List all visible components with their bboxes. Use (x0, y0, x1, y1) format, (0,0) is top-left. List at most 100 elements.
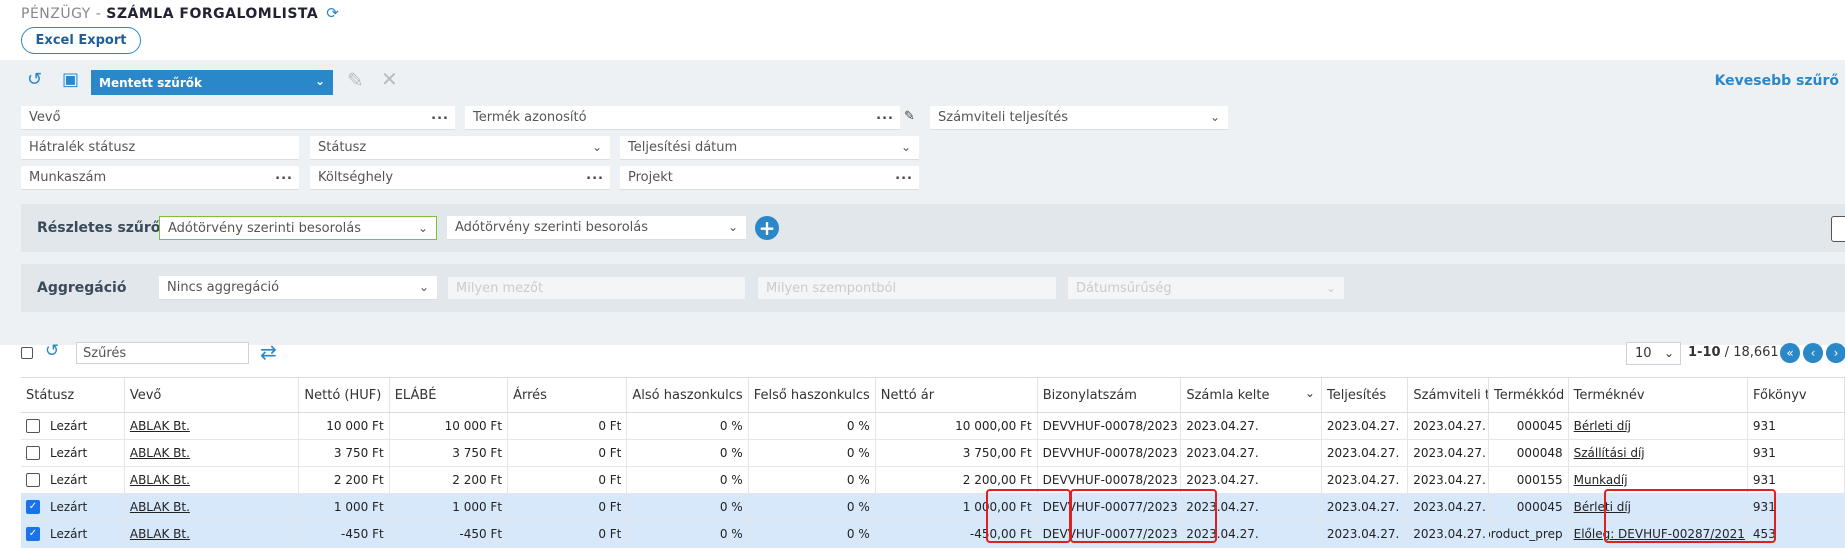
vevo-link[interactable]: ABLAK Bt. (130, 500, 190, 514)
row-checkbox[interactable]: ✓ (26, 500, 40, 514)
more-icon[interactable]: ... (586, 168, 604, 183)
swap-columns-icon[interactable]: ⇄ (260, 340, 277, 364)
column-header-label: Főkönyv (1753, 387, 1807, 403)
chevron-down-icon: ⌄ (1325, 281, 1336, 295)
excel-export-button[interactable]: Excel Export (21, 27, 141, 54)
detailed-filter-field-select[interactable]: Adótörvény szerinti besorolás ⌄ (159, 216, 437, 240)
column-header-label: ELÁBÉ (394, 387, 437, 403)
breadcrumb-prefix: PÉNZÜGY - (21, 6, 107, 22)
cell-also-haszonkulcs: 0 % (627, 521, 749, 547)
column-header-status[interactable]: Státusz (21, 378, 125, 412)
edit-note-icon[interactable]: ✎ (904, 109, 915, 124)
row-checkbox[interactable] (26, 473, 40, 487)
cell-vevo[interactable]: ABLAK Bt. (125, 440, 300, 466)
column-header-netto-ar[interactable]: Nettó ár (876, 378, 1038, 412)
felso-haszonkulcs-value: 0 % (846, 500, 870, 514)
row-checkbox[interactable] (26, 419, 40, 433)
gear-icon[interactable] (1831, 216, 1845, 242)
column-header-also-haszonkulcs[interactable]: Alsó haszonkulcs (627, 378, 749, 412)
page-title: SZÁMLA FORGALOMLISTA (106, 6, 319, 22)
less-filters-link[interactable]: Kevesebb szűrő (1715, 73, 1839, 89)
cell-vevo[interactable]: ABLAK Bt. (125, 467, 300, 493)
table-body: Lezárt ABLAK Bt. 10 000 Ft 10 000 Ft 0 Ft 0 %… (21, 413, 1845, 548)
also-haszonkulcs-value: 0 % (719, 419, 743, 433)
szamviteli-teljesites-select[interactable]: Számviteli teljesítés ⌄ (930, 106, 1228, 130)
chevron-down-icon: ⌄ (900, 140, 911, 154)
aggregation-select[interactable]: Nincs aggregáció ⌄ (159, 276, 437, 300)
projekt-field[interactable]: Projekt... (620, 166, 919, 190)
aggregation-aspect-placeholder: Milyen szempontból (766, 280, 897, 296)
arres-value: 0 Ft (598, 446, 622, 460)
table-row[interactable]: Lezárt ABLAK Bt. 10 000 Ft 10 000 Ft 0 Ft 0 %… (21, 413, 1845, 440)
status-select[interactable]: Státusz ⌄ (310, 136, 610, 160)
column-header-szamviteli-teljesites[interactable]: Számviteli te (1408, 378, 1489, 412)
cell-vevo[interactable]: ABLAK Bt. (125, 413, 300, 439)
more-icon[interactable]: ... (876, 108, 894, 123)
first-page-button[interactable]: « (1780, 343, 1800, 363)
row-checkbox[interactable] (26, 446, 40, 460)
column-header-elabe[interactable]: ELÁBÉ (390, 378, 509, 412)
termek-azonosito-field[interactable]: Termék azonosító... (465, 106, 900, 130)
column-header-vevo[interactable]: Vevő (125, 378, 300, 412)
cell-termeknev[interactable]: Szállítási díj (1569, 440, 1748, 466)
edit-icon[interactable]: ✎ (347, 68, 364, 92)
cell-vevo[interactable]: ABLAK Bt. (125, 521, 300, 547)
teljesitesi-datum-select[interactable]: Teljesítési dátum ⌄ (620, 136, 919, 160)
table-row[interactable]: ✓ Lezárt ABLAK Bt. -450 Ft -450 Ft 0 Ft 0 % 0 %… (21, 521, 1845, 548)
column-header-termeknev[interactable]: Terméknév (1569, 378, 1748, 412)
next-page-button[interactable]: › (1826, 343, 1845, 363)
vevo-link[interactable]: ABLAK Bt. (130, 473, 190, 487)
szamviteli-teljesites-value: 2023.04.27. (1413, 446, 1486, 460)
vevo-link[interactable]: ABLAK Bt. (130, 527, 190, 541)
cell-netto: 3 750 Ft (299, 440, 390, 466)
column-header-felso-haszonkulcs[interactable]: Felső haszonkulcs (749, 378, 876, 412)
refresh-icon[interactable]: ⟳ (326, 4, 339, 22)
select-all-checkbox[interactable] (21, 347, 33, 359)
column-header-netto[interactable]: Nettó (HUF) (299, 378, 390, 412)
add-filter-button[interactable]: + (755, 216, 779, 240)
termeknev-link[interactable]: Munkadíj (1574, 473, 1628, 487)
delete-icon[interactable]: ✕ (381, 67, 398, 91)
cell-vevo[interactable]: ABLAK Bt. (125, 494, 300, 520)
saved-filters-select[interactable]: Mentett szűrők ⌄ (91, 70, 333, 95)
munkaszam-field[interactable]: Munkaszám... (21, 166, 299, 190)
table-row[interactable]: Lezárt ABLAK Bt. 3 750 Ft 3 750 Ft 0 Ft 0 % 0 … (21, 440, 1845, 467)
column-header-bizonylatszam[interactable]: Bizonylatszám (1038, 378, 1182, 412)
szamviteli-teljesites-value: 2023.04.27. (1413, 500, 1486, 514)
detailed-filter-value-select[interactable]: Adótörvény szerinti besorolás ⌄ (447, 216, 746, 240)
reset-list-icon[interactable]: ↺ (45, 341, 59, 361)
vevo-field[interactable]: Vevő... (21, 106, 455, 130)
cell-termeknev[interactable]: Bérleti díj (1569, 413, 1748, 439)
sort-chevron-icon[interactable]: ⌄ (1305, 386, 1315, 400)
koltseghely-field[interactable]: Költséghely... (310, 166, 610, 190)
date-granularity-label: Dátumsűrűség (1076, 280, 1172, 296)
cell-termekkod: 000045 (1489, 494, 1569, 520)
vevo-link[interactable]: ABLAK Bt. (130, 419, 190, 433)
column-header-termekkod[interactable]: Termékkód (1489, 378, 1569, 412)
column-header-szamla-kelte[interactable]: Számla kelte ⌄ (1181, 378, 1322, 412)
termeknev-link[interactable]: Szállítási díj (1574, 446, 1645, 460)
hatralek-status-field[interactable]: Hátralék státusz (21, 136, 299, 160)
detailed-filter-value-label: Adótörvény szerinti besorolás (455, 220, 648, 235)
more-icon[interactable]: ... (275, 168, 293, 183)
reset-filters-icon[interactable]: ↺ (27, 69, 42, 90)
save-icon[interactable]: ▣ (62, 69, 79, 90)
page-size-select[interactable]: 10 ⌄ (1626, 342, 1681, 365)
termeknev-link[interactable]: Bérleti díj (1574, 419, 1631, 433)
prev-page-button[interactable]: ‹ (1803, 343, 1823, 363)
felso-haszonkulcs-value: 0 % (846, 527, 870, 541)
netto-ar-value: 10 000,00 Ft (955, 419, 1032, 433)
termekkod-value: 000155 (1516, 473, 1563, 487)
column-header-fokonyv[interactable]: Főkönyv (1748, 378, 1845, 412)
table-row[interactable]: Lezárt ABLAK Bt. 2 200 Ft 2 200 Ft 0 Ft 0 % 0 … (21, 467, 1845, 494)
cell-teljesites: 2023.04.27. (1322, 467, 1409, 493)
column-header-teljesites[interactable]: Teljesítés (1322, 378, 1409, 412)
vevo-link[interactable]: ABLAK Bt. (130, 446, 190, 460)
table-header: Státusz Vevő Nettó (HUF) ELÁBÉ Árrés Alsó has… (21, 377, 1845, 413)
more-icon[interactable]: ... (431, 108, 449, 123)
search-input[interactable]: Szűrés (76, 342, 249, 364)
table-row[interactable]: ✓ Lezárt ABLAK Bt. 1 000 Ft 1 000 Ft 0 Ft 0 % 0… (21, 494, 1845, 521)
column-header-arres[interactable]: Árrés (508, 378, 628, 412)
more-icon[interactable]: ... (895, 168, 913, 183)
row-checkbox[interactable]: ✓ (26, 527, 40, 541)
